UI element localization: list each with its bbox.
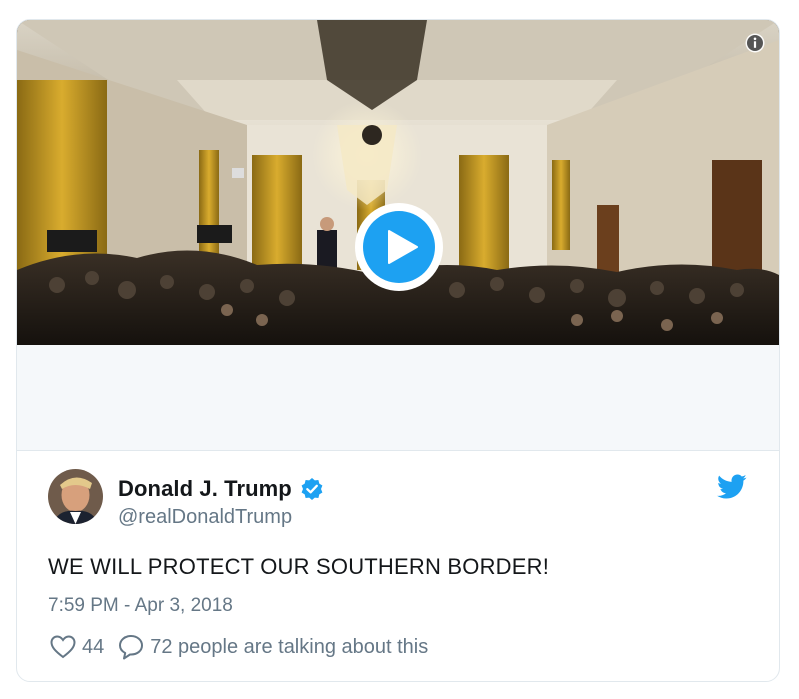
display-name: Donald J. Trump [118,476,292,501]
conversation-label: 72 people are talking about this [150,635,429,658]
speech-bubble-icon [119,635,144,660]
verified-badge-icon [301,478,323,500]
like-count: 44 [82,635,105,658]
avatar[interactable] [48,469,103,524]
conversation-link[interactable]: 72 people are talking about this [118,634,428,660]
tweet-timestamp[interactable]: 7:59 PM - Apr 3, 2018 [48,595,233,617]
twitter-bird-icon[interactable] [717,474,747,500]
room-scene-image [17,20,779,345]
media-placeholder [17,345,779,451]
author-name[interactable]: Donald J. Trump [118,476,324,502]
tweet-actions: 44 72 people are talking about this [50,634,428,660]
tweet-text: WE WILL PROTECT OUR SOUTHERN BORDER! [48,554,550,579]
author-handle[interactable]: @realDonaldTrump [118,506,292,529]
play-button[interactable] [355,203,443,291]
like-button[interactable]: 44 [50,635,104,659]
heart-icon [50,635,76,659]
tweet-card[interactable]: Donald J. Trump @realDonaldTrump WE WILL… [16,19,780,682]
info-icon[interactable] [745,33,765,53]
play-icon [363,211,435,283]
video-thumbnail[interactable] [17,20,779,345]
